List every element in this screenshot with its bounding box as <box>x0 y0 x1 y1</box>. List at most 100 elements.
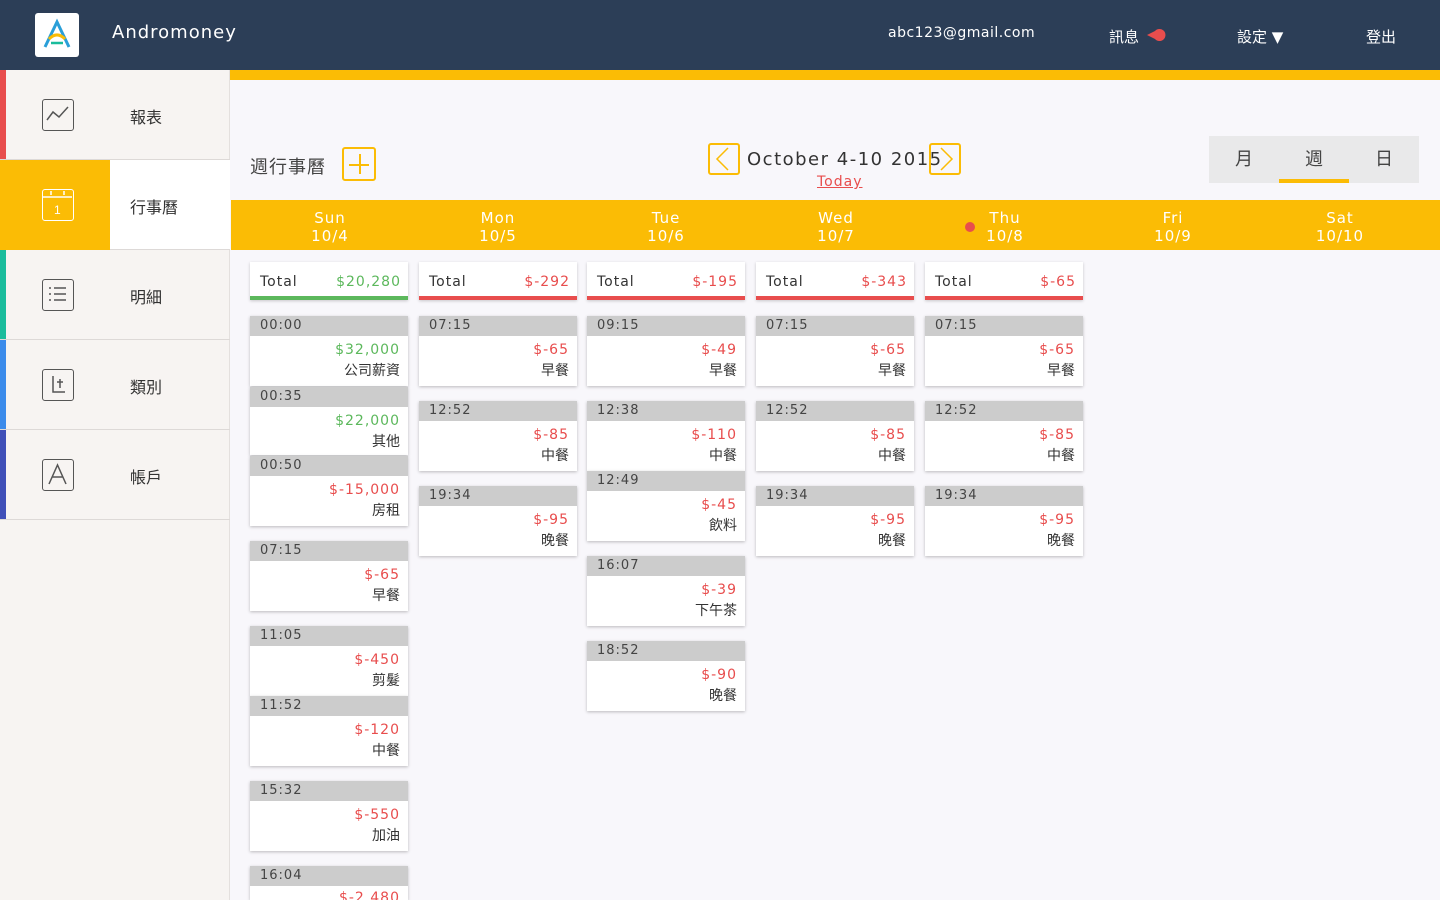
sidebar: 報表 1 行事曆 明細 類別 帳戶 <box>0 70 230 900</box>
sidebar-accent <box>0 340 6 429</box>
total-label: Total <box>935 274 973 290</box>
entry-category: 早餐 <box>709 363 737 379</box>
entry-amount: $-95 <box>533 512 569 528</box>
entry-time: 12:49 <box>587 471 745 491</box>
transaction-entry[interactable]: 07:15 $-65 早餐 <box>756 316 914 386</box>
transaction-entry[interactable]: 12:52 $-85 中餐 <box>756 401 914 471</box>
day-date: 10/9 <box>1154 227 1192 245</box>
today-link[interactable]: Today <box>817 174 863 190</box>
transaction-entry[interactable]: 16:04 $-2,480 <box>250 866 408 900</box>
view-switch: 月 週 日 <box>1209 136 1419 183</box>
day-thu[interactable]: Thu 10/8 <box>945 209 1065 245</box>
entry-category: 晚餐 <box>709 688 737 704</box>
transaction-entry[interactable]: 15:32 $-550 加油 <box>250 781 408 851</box>
transaction-entry[interactable]: 00:00 $32,000 公司薪資 <box>250 316 408 386</box>
user-email: abc123@gmail.com <box>888 25 1036 41</box>
entry-category: 晚餐 <box>878 533 906 549</box>
total-label: Total <box>597 274 635 290</box>
transaction-entry[interactable]: 07:15 $-65 早餐 <box>419 316 577 386</box>
sidebar-accent <box>0 70 6 159</box>
entry-time: 19:34 <box>756 486 914 506</box>
day-fri[interactable]: Fri 10/9 <box>1113 209 1233 245</box>
entry-time: 07:15 <box>925 316 1083 336</box>
sidebar-item-account[interactable]: 帳戶 <box>0 430 230 520</box>
transaction-entry[interactable]: 12:52 $-85 中餐 <box>925 401 1083 471</box>
entry-time: 15:32 <box>250 781 408 801</box>
transaction-entry[interactable]: 11:05 $-450 剪髮 <box>250 626 408 696</box>
entry-amount: $-110 <box>691 427 737 443</box>
sidebar-item-calendar[interactable]: 1 行事曆 <box>0 160 230 250</box>
page-title: 週行事曆 <box>250 157 326 178</box>
day-total[interactable]: Total $-195 <box>587 262 745 300</box>
day-total[interactable]: Total $-292 <box>419 262 577 300</box>
transaction-entry[interactable]: 18:52 $-90 晚餐 <box>587 641 745 711</box>
accent-strip <box>230 70 1440 80</box>
total-label: Total <box>766 274 804 290</box>
sidebar-item-report[interactable]: 報表 <box>0 70 230 160</box>
settings-menu[interactable]: 設定 ▼ <box>1237 26 1283 47</box>
messages-link[interactable]: 訊息 <box>1109 26 1139 47</box>
tab-month[interactable]: 月 <box>1209 136 1279 183</box>
app-logo[interactable] <box>35 13 79 57</box>
add-event-button[interactable] <box>342 147 376 181</box>
transaction-entry[interactable]: 00:50 $-15,000 房租 <box>250 456 408 526</box>
transaction-entry[interactable]: 12:38 $-110 中餐 <box>587 401 745 471</box>
entry-amount: $-90 <box>701 667 737 683</box>
transaction-entry[interactable]: 07:15 $-65 早餐 <box>250 541 408 611</box>
day-sun[interactable]: Sun 10/4 <box>270 209 390 245</box>
entry-category: 早餐 <box>878 363 906 379</box>
transaction-entry[interactable]: 16:07 $-39 下午茶 <box>587 556 745 626</box>
app-name: Andromoney <box>112 22 237 43</box>
entry-category: 剪髮 <box>372 673 400 689</box>
day-tue[interactable]: Tue 10/6 <box>606 209 726 245</box>
day-total[interactable]: Total $20,280 <box>250 262 408 300</box>
transaction-entry[interactable]: 12:49 $-45 飲料 <box>587 471 745 541</box>
entry-time: 12:52 <box>756 401 914 421</box>
entry-time: 00:00 <box>250 316 408 336</box>
date-range: October 4-10 2015 <box>747 149 943 170</box>
logout-button[interactable]: 登出 <box>1366 26 1396 47</box>
day-name: Mon <box>480 209 516 227</box>
transaction-entry[interactable]: 12:52 $-85 中餐 <box>419 401 577 471</box>
tab-day[interactable]: 日 <box>1349 136 1419 183</box>
entry-time: 16:04 <box>250 866 408 886</box>
transaction-entry[interactable]: 19:34 $-95 晚餐 <box>756 486 914 556</box>
entry-amount: $-85 <box>1039 427 1075 443</box>
entry-category: 加油 <box>372 828 400 844</box>
day-sat[interactable]: Sat 10/10 <box>1280 209 1400 245</box>
transaction-entry[interactable]: 09:15 $-49 早餐 <box>587 316 745 386</box>
entry-time: 18:52 <box>587 641 745 661</box>
transaction-entry[interactable]: 07:15 $-65 早餐 <box>925 316 1083 386</box>
entry-amount: $22,000 <box>335 413 400 429</box>
entry-time: 09:15 <box>587 316 745 336</box>
entry-time: 00:35 <box>250 387 408 407</box>
entry-amount: $-65 <box>364 567 400 583</box>
transaction-entry[interactable]: 00:35 $22,000 其他 <box>250 387 408 455</box>
total-value: $-292 <box>524 274 570 290</box>
sidebar-item-category[interactable]: 類別 <box>0 340 230 430</box>
day-wed[interactable]: Wed 10/7 <box>776 209 896 245</box>
total-label: Total <box>260 274 298 290</box>
day-name: Wed <box>818 209 854 227</box>
prev-week-button[interactable] <box>708 143 740 175</box>
today-indicator <box>965 222 975 232</box>
sidebar-item-label: 帳戶 <box>130 468 163 487</box>
entry-category: 中餐 <box>372 743 400 759</box>
entry-time: 19:34 <box>925 486 1083 506</box>
day-mon[interactable]: Mon 10/5 <box>438 209 558 245</box>
day-total[interactable]: Total $-65 <box>925 262 1083 300</box>
notification-icon <box>1147 29 1166 41</box>
transaction-entry[interactable]: 19:34 $-95 晚餐 <box>925 486 1083 556</box>
day-total[interactable]: Total $-343 <box>756 262 914 300</box>
transaction-entry[interactable]: 11:52 $-120 中餐 <box>250 696 408 766</box>
transaction-entry[interactable]: 19:34 $-95 晚餐 <box>419 486 577 556</box>
tab-week[interactable]: 週 <box>1279 136 1349 183</box>
sidebar-item-label: 明細 <box>130 288 163 307</box>
entry-category: 下午茶 <box>695 603 737 619</box>
entry-category: 早餐 <box>372 588 400 604</box>
sidebar-item-details[interactable]: 明細 <box>0 250 230 340</box>
next-week-button[interactable] <box>929 143 961 175</box>
day-name: Sun <box>314 209 346 227</box>
entry-amount: $-95 <box>1039 512 1075 528</box>
entry-amount: $-39 <box>701 582 737 598</box>
